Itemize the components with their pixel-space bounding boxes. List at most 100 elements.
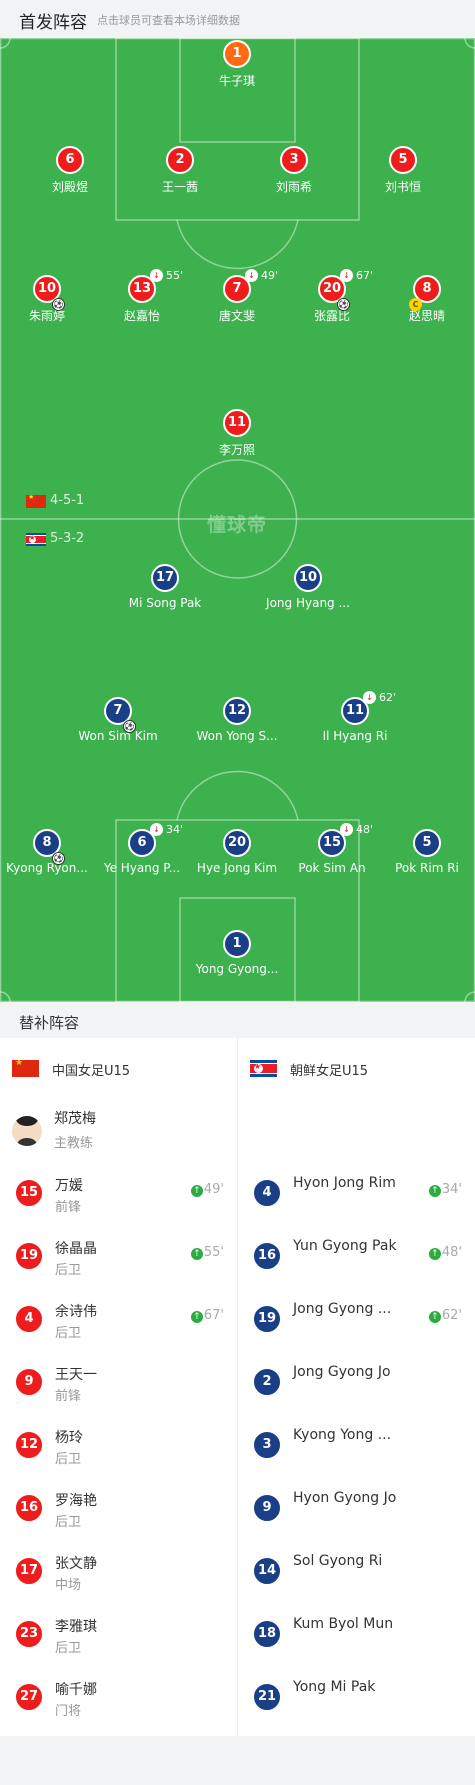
player-number: 27	[14, 1682, 44, 1712]
substitutes-panel: 中国女足U15 朝鲜女足U15 郑茂梅 主教练 15 万媛 前锋 ↑49' 19…	[0, 1038, 475, 1736]
player-name: Jong Gyong ...	[293, 1301, 392, 1317]
player-cn-3[interactable]: 3 刘雨希	[244, 146, 344, 195]
player-number: 9	[14, 1367, 44, 1397]
player-name: Jong Gyong Jo	[293, 1364, 391, 1380]
sub-row-kp[interactable]: 9 Hyon Gyong Jo	[252, 1487, 462, 1533]
player-cn-2[interactable]: 2 王一茜	[130, 146, 230, 195]
player-cn-20[interactable]: 20 张露比 ↓ 67' ⚽	[282, 269, 382, 324]
coach-avatar	[12, 1116, 42, 1146]
sub-row-kp[interactable]: 21 Yong Mi Pak	[252, 1676, 462, 1722]
player-kp-10[interactable]: 10 Jong Hyang ...	[258, 564, 358, 610]
sub-time: 67'	[356, 269, 374, 282]
captain-icon: C	[409, 298, 422, 311]
player-number: 18	[252, 1619, 282, 1649]
player-kp-7[interactable]: 7 Won Sim Kim ⚽	[68, 697, 168, 743]
goal-ball-icon: ⚽	[52, 852, 65, 865]
player-name: 张文静	[55, 1556, 97, 1572]
player-number: 5	[413, 829, 441, 857]
sub-row-cn[interactable]: 23 李雅琪 后卫	[14, 1613, 224, 1659]
player-name: Pok Sim An	[298, 861, 366, 875]
player-name: 赵思晴	[408, 309, 445, 323]
sub-time: 34'	[166, 823, 184, 836]
player-number: 21	[252, 1682, 282, 1712]
player-number: 1	[223, 930, 251, 958]
sub-row-kp[interactable]: 3 Kyong Yong ...	[252, 1424, 462, 1470]
substitutes-header: 替补阵容	[0, 1002, 475, 1038]
player-name: Yong Mi Pak	[293, 1679, 376, 1695]
watermark: 懂球帝	[206, 514, 267, 536]
sub-row-cn[interactable]: 12 杨玲 后卫	[14, 1424, 224, 1470]
player-kp-5[interactable]: 5 Pok Rim Ri	[377, 829, 475, 875]
china-coach[interactable]: 郑茂梅 主教练	[12, 1108, 232, 1152]
player-cn-7[interactable]: 7 唐文斐 ↓ 49'	[187, 269, 287, 324]
substitutes-title: 替补阵容	[19, 1014, 80, 1032]
sub-row-cn[interactable]: 16 罗海艳 后卫	[14, 1487, 224, 1533]
sub-time: 55'	[166, 269, 184, 282]
player-role: 后卫	[55, 1263, 82, 1278]
sub-on-indicator: ↑ 62'	[428, 1308, 462, 1323]
player-name: Yong Gyong...	[195, 962, 279, 976]
china-flag-icon	[12, 1060, 39, 1077]
sub-row-cn[interactable]: 15 万媛 前锋 ↑ 49'	[14, 1172, 224, 1218]
player-cn-1[interactable]: 1 牛子琪	[187, 40, 287, 89]
coach-name: 郑茂梅	[54, 1111, 96, 1127]
player-number: 5	[389, 146, 417, 174]
sub-off-icon: ↓	[363, 691, 376, 704]
sub-row-kp[interactable]: 4 Hyon Jong Rim ↑ 34'	[252, 1172, 462, 1218]
sub-row-kp[interactable]: 19 Jong Gyong ... ↑ 62'	[252, 1298, 462, 1344]
player-name: 唐文斐	[218, 309, 255, 323]
player-number: 15	[14, 1178, 44, 1208]
player-cn-13[interactable]: 13 赵嘉怡 ↓ 55'	[92, 269, 192, 324]
korea-flag-icon	[250, 1060, 277, 1077]
sub-on-icon: ↑	[428, 1185, 441, 1197]
china-formation-text: 4-5-1	[50, 493, 85, 508]
player-name: Jong Hyang ...	[266, 596, 350, 610]
player-kp-6[interactable]: 6 Ye Hyang P... ↓ 34'	[92, 823, 192, 875]
player-name: 王一茜	[161, 180, 198, 194]
player-number: 20	[223, 829, 251, 857]
sub-row-kp[interactable]: 14 Sol Gyong Ri	[252, 1550, 462, 1596]
sub-off-icon: ↓	[150, 269, 163, 282]
sub-row-cn[interactable]: 27 喻千娜 门将	[14, 1676, 224, 1722]
player-cn-5[interactable]: 5 刘书恒	[353, 146, 453, 195]
sub-row-cn[interactable]: 4 余诗伟 后卫 ↑ 67'	[14, 1298, 224, 1344]
sub-row-cn[interactable]: 17 张文静 中场	[14, 1550, 224, 1596]
player-name: Sol Gyong Ri	[293, 1553, 383, 1569]
player-role: 后卫	[55, 1641, 82, 1656]
player-number: 17	[14, 1556, 44, 1586]
player-number: 12	[223, 697, 251, 725]
player-kp-1[interactable]: 1 Yong Gyong...	[187, 930, 287, 976]
lineup-hint: 点击球员可查看本场详细数据	[97, 14, 240, 27]
player-kp-11[interactable]: 11 Il Hyang Ri ↓ 62'	[305, 691, 405, 743]
player-cn-6[interactable]: 6 刘殿煜	[20, 146, 120, 195]
sub-row-kp[interactable]: 16 Yun Gyong Pak ↑ 48'	[252, 1235, 462, 1281]
player-name: Il Hyang Ri	[322, 729, 388, 743]
china-formation: 4-5-1	[26, 493, 84, 508]
player-cn-10[interactable]: 10 朱雨婷 ⚽	[0, 275, 97, 324]
sub-off-icon: ↓	[245, 269, 258, 282]
sub-row-cn[interactable]: 9 王天一 前锋	[14, 1361, 224, 1407]
sub-on-indicator: ↑ 67'	[190, 1308, 224, 1323]
column-divider	[237, 1038, 238, 1736]
player-number: 4	[14, 1304, 44, 1334]
player-kp-20[interactable]: 20 Hye Jong Kim	[187, 829, 287, 875]
player-kp-17[interactable]: 17 Mi Song Pak	[115, 564, 215, 610]
player-name: Won Sim Kim	[78, 729, 158, 743]
player-kp-12[interactable]: 12 Won Yong S...	[187, 697, 287, 743]
player-number: 19	[14, 1241, 44, 1271]
player-number: 14	[252, 1556, 282, 1586]
player-name: Pok Rim Ri	[395, 861, 459, 875]
player-cn-8[interactable]: 8 赵思晴 C	[377, 275, 475, 324]
player-name: Kyong Yong ...	[293, 1427, 392, 1443]
player-cn-11[interactable]: 11 李万照	[187, 409, 287, 458]
player-name: 朱雨婷	[28, 309, 65, 323]
sub-row-kp[interactable]: 18 Kum Byol Mun	[252, 1613, 462, 1659]
player-kp-15[interactable]: 15 Pok Sim An ↓ 48'	[282, 823, 382, 875]
player-number: 6	[56, 146, 84, 174]
player-kp-8[interactable]: 8 Kyong Ryon... ⚽	[0, 829, 97, 875]
sub-row-cn[interactable]: 19 徐晶晶 后卫 ↑ 55'	[14, 1235, 224, 1281]
player-name: Hye Jong Kim	[196, 861, 278, 875]
bottom-spacer	[0, 1736, 475, 1785]
sub-row-kp[interactable]: 2 Jong Gyong Jo	[252, 1361, 462, 1407]
player-role: 门将	[55, 1704, 82, 1719]
